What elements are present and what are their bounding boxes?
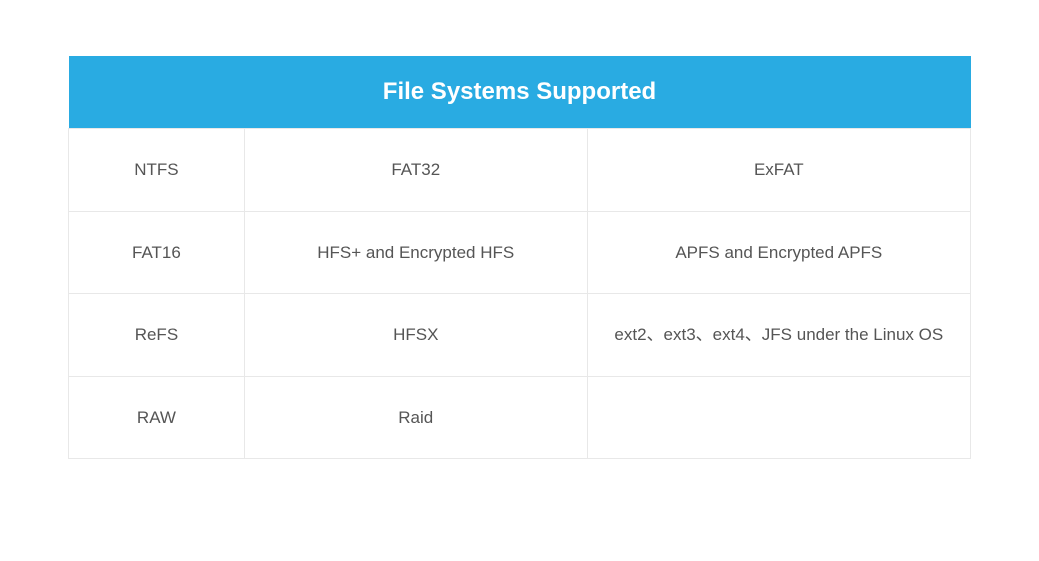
cell-value: ReFS [69, 294, 245, 377]
cell-value: ext2、ext3、ext4、JFS under the Linux OS [587, 294, 970, 377]
table-row: NTFS FAT32 ExFAT [69, 129, 971, 212]
cell-value: FAT16 [69, 211, 245, 294]
cell-value: FAT32 [244, 129, 587, 212]
cell-value: RAW [69, 376, 245, 459]
table-row: FAT16 HFS+ and Encrypted HFS APFS and En… [69, 211, 971, 294]
cell-value [587, 376, 970, 459]
table-title: File Systems Supported [69, 56, 971, 129]
cell-value: APFS and Encrypted APFS [587, 211, 970, 294]
file-systems-table: File Systems Supported NTFS FAT32 ExFAT … [68, 56, 971, 459]
cell-value: ExFAT [587, 129, 970, 212]
table-row: ReFS HFSX ext2、ext3、ext4、JFS under the L… [69, 294, 971, 377]
cell-value: Raid [244, 376, 587, 459]
cell-value: HFS+ and Encrypted HFS [244, 211, 587, 294]
cell-value: NTFS [69, 129, 245, 212]
table-row: RAW Raid [69, 376, 971, 459]
cell-value: HFSX [244, 294, 587, 377]
